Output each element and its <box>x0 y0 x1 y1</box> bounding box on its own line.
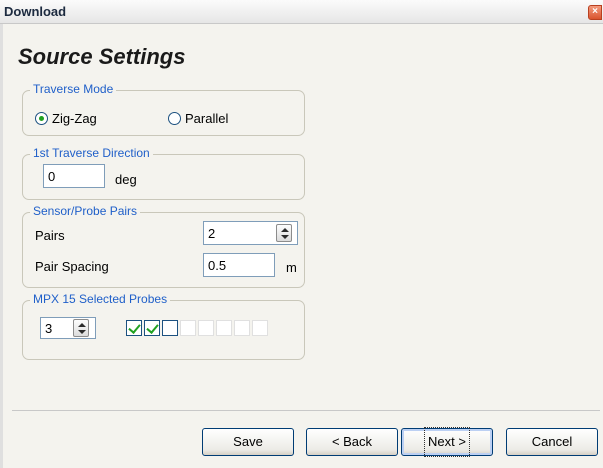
zigzag-radio-option[interactable]: Zig-Zag <box>35 111 97 126</box>
selected-probes-legend: MPX 15 Selected Probes <box>30 292 171 306</box>
probe-checkbox-7 <box>234 320 250 336</box>
cancel-button-label: Cancel <box>531 434 573 449</box>
zigzag-radio[interactable] <box>35 112 48 125</box>
page-title: Source Settings <box>18 44 186 69</box>
window-title: Download <box>4 4 67 19</box>
save-button[interactable]: Save <box>202 428 294 456</box>
probe-checkbox-3[interactable] <box>162 320 178 336</box>
save-button-label: Save <box>233 434 263 449</box>
pairs-label: Pairs <box>35 228 65 243</box>
parallel-label[interactable]: Parallel <box>185 111 228 126</box>
download-dialog: Download × Source Settings Traverse Mode… <box>0 0 603 468</box>
back-button-label: < Back <box>331 434 373 449</box>
probe-checkbox-1[interactable] <box>126 320 142 336</box>
next-button-label: Next > <box>424 427 470 457</box>
title-bar[interactable]: Download × <box>0 0 603 24</box>
pair-spacing-label: Pair Spacing <box>35 259 109 274</box>
probe-checkbox-5 <box>198 320 214 336</box>
close-icon[interactable]: × <box>588 5 602 20</box>
traverse-direction-input[interactable] <box>43 164 105 188</box>
pairs-stepper[interactable] <box>276 224 292 242</box>
pair-spacing-unit: m <box>286 260 297 275</box>
traverse-direction-legend: 1st Traverse Direction <box>30 146 153 160</box>
zigzag-label[interactable]: Zig-Zag <box>52 111 97 126</box>
probe-checkbox-8 <box>252 320 268 336</box>
back-button[interactable]: < Back <box>306 428 398 456</box>
traverse-direction-unit: deg <box>115 172 137 187</box>
sensor-pairs-legend: Sensor/Probe Pairs <box>30 204 141 218</box>
window-border <box>0 24 3 468</box>
probe-checkbox-4 <box>180 320 196 336</box>
button-separator <box>12 410 600 411</box>
probe-count-stepper[interactable] <box>73 319 89 337</box>
traverse-mode-legend: Traverse Mode <box>30 82 117 96</box>
parallel-radio[interactable] <box>168 112 181 125</box>
parallel-radio-option[interactable]: Parallel <box>168 111 228 126</box>
next-button[interactable]: Next > <box>401 427 493 457</box>
probe-checkbox-6 <box>216 320 232 336</box>
cancel-button[interactable]: Cancel <box>506 428 598 456</box>
pair-spacing-input[interactable] <box>203 253 275 277</box>
probe-checkbox-2[interactable] <box>144 320 160 336</box>
